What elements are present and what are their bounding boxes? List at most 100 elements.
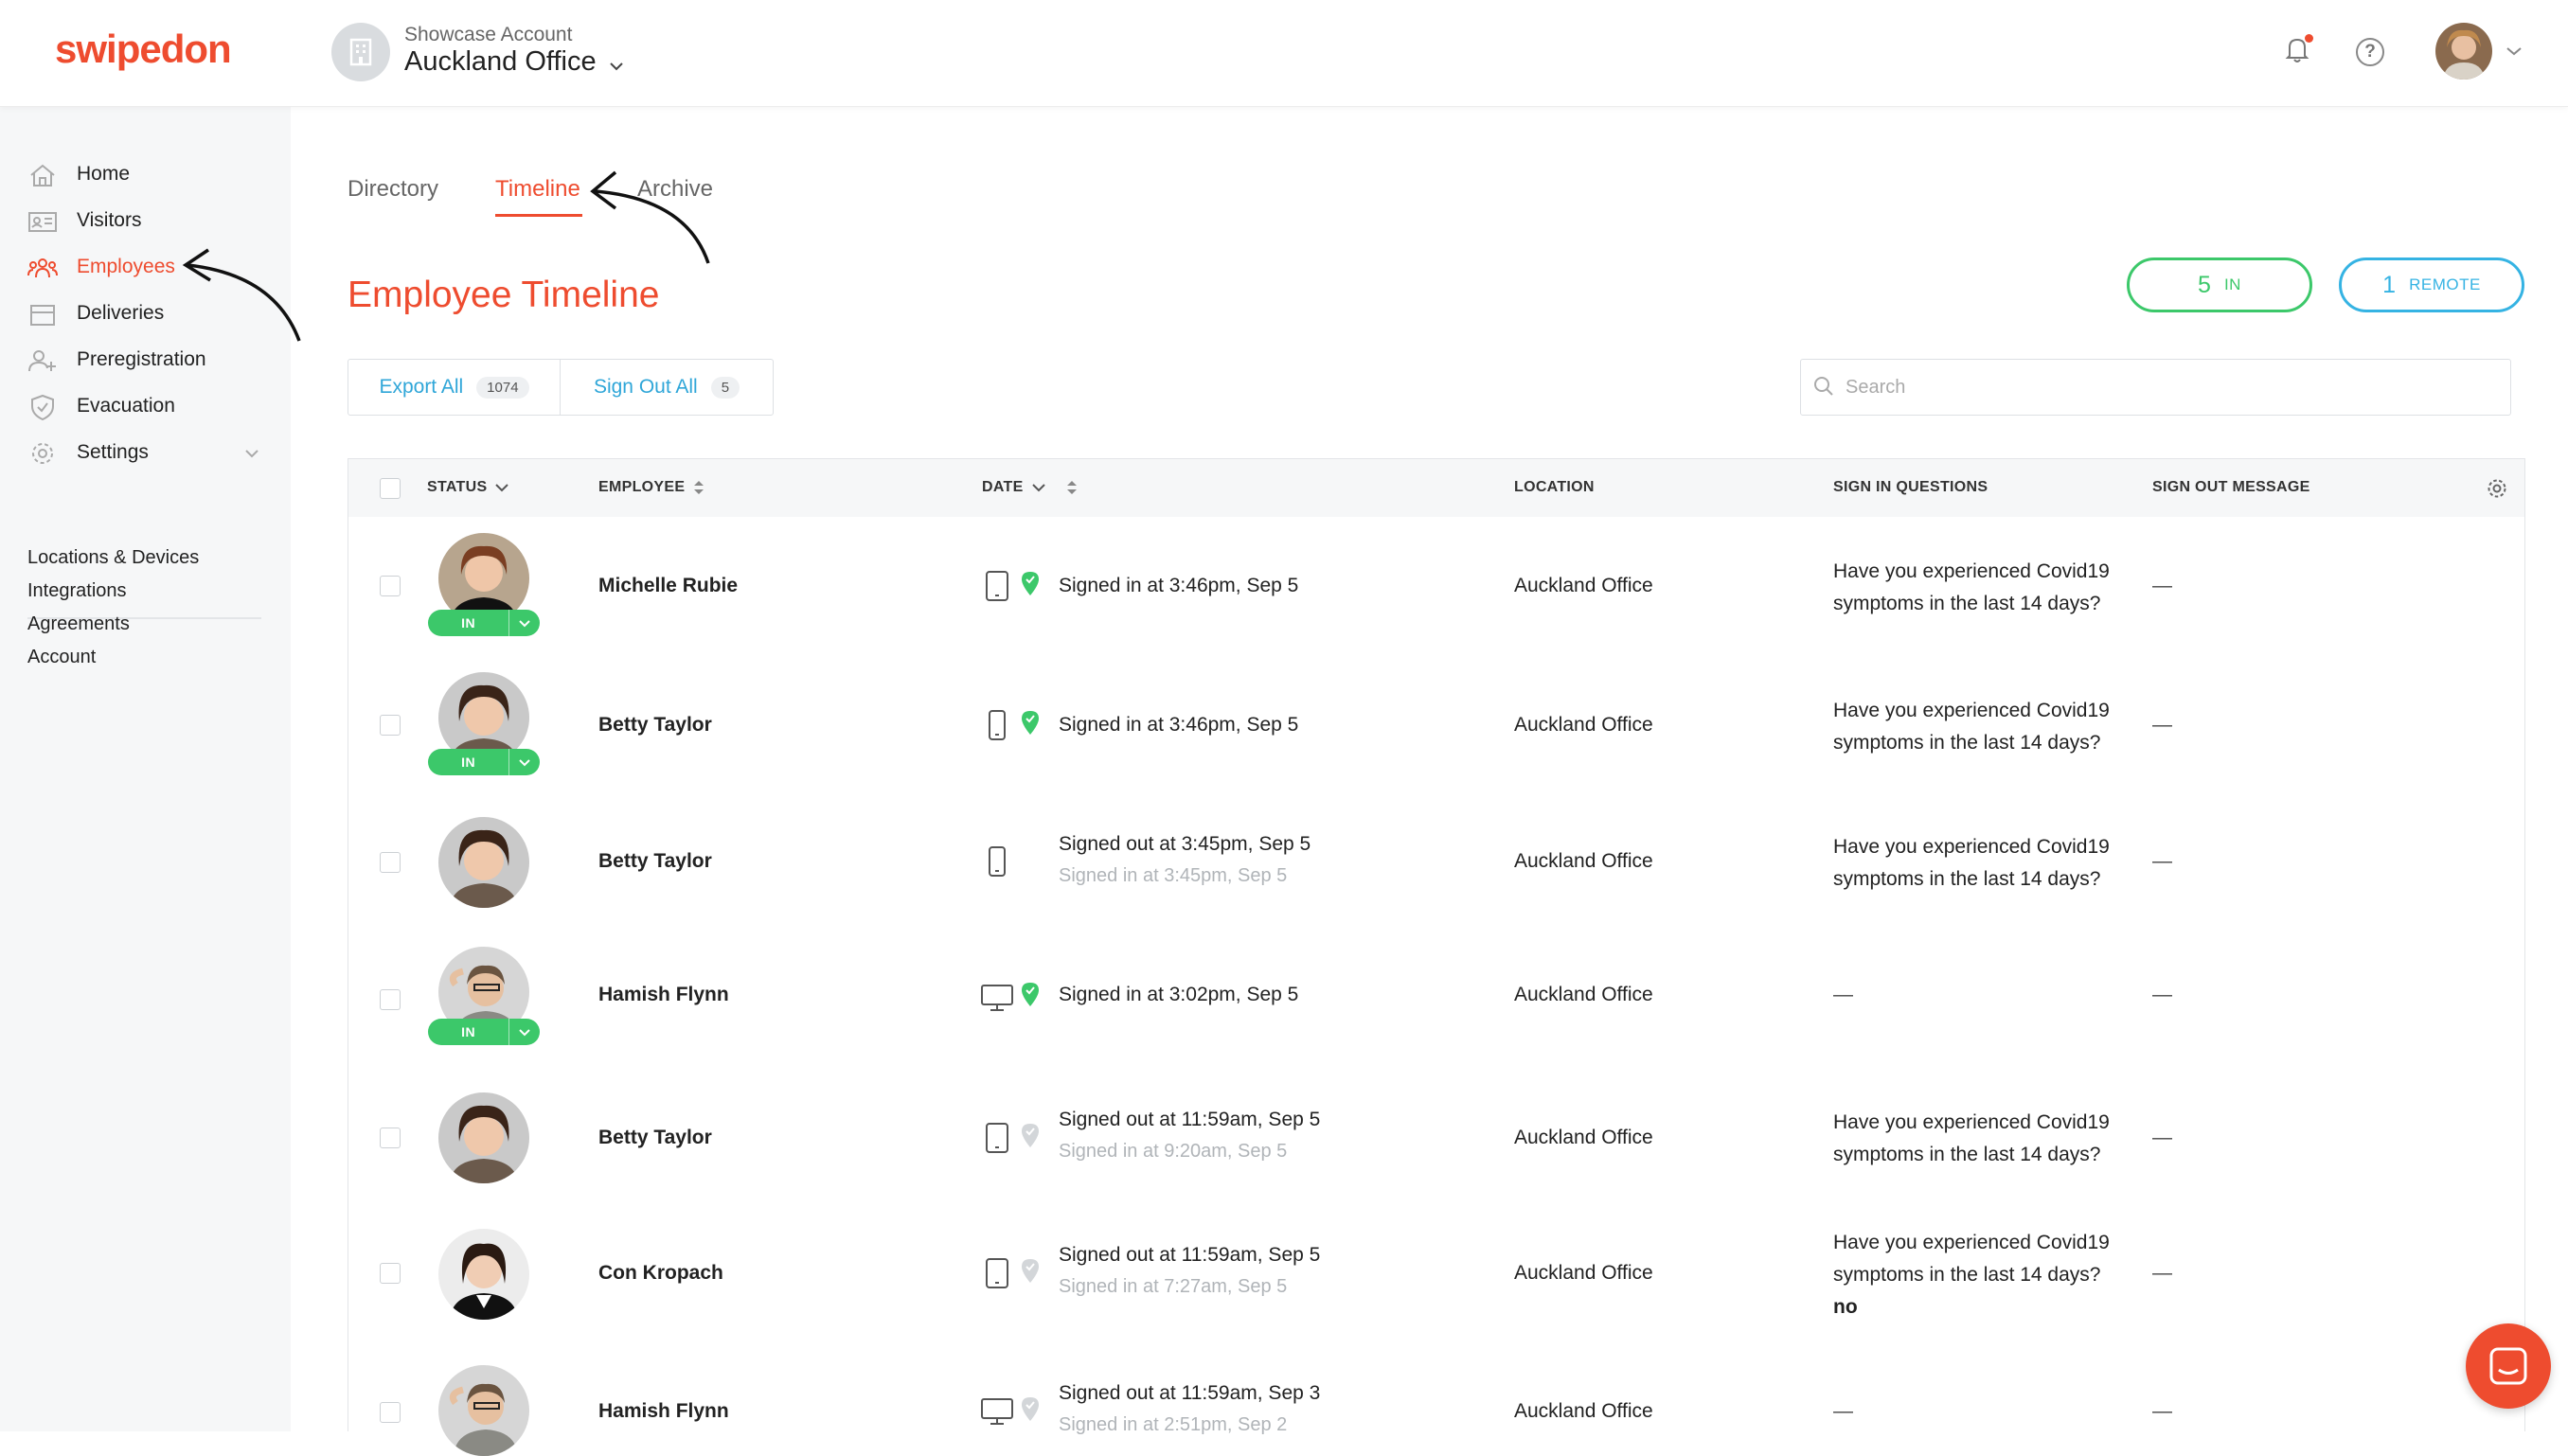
- employee-name[interactable]: Hamish Flynn: [598, 1400, 729, 1423]
- sidebar-item-label: Evacuation: [77, 395, 175, 417]
- employee-name[interactable]: Betty Taylor: [598, 1127, 712, 1149]
- chevron-down-icon[interactable]: [508, 1019, 540, 1045]
- column-sign-out-message[interactable]: SIGN OUT MESSAGE: [2152, 479, 2310, 496]
- search-input[interactable]: [1844, 360, 2501, 415]
- location-cell: Auckland Office: [1514, 1400, 1653, 1422]
- chat-icon: [2489, 1347, 2527, 1385]
- gear-icon[interactable]: [2486, 477, 2508, 500]
- sign-out-all-button[interactable]: Sign Out All 5: [561, 360, 773, 415]
- sidebar-item-home[interactable]: Home: [0, 156, 291, 194]
- sort-icon: [694, 481, 704, 494]
- column-location[interactable]: LOCATION: [1514, 479, 1595, 496]
- action-button-group: Export All 1074 Sign Out All 5: [348, 359, 774, 416]
- remote-counter-button[interactable]: 1 REMOTE: [2339, 257, 2524, 312]
- logo[interactable]: swipedon: [55, 27, 232, 72]
- in-label: IN: [2223, 275, 2241, 293]
- export-all-button[interactable]: Export All 1074: [348, 360, 561, 415]
- chevron-down-icon[interactable]: [609, 59, 624, 76]
- location-pin-icon: [1022, 1397, 1039, 1421]
- column-employee-label: EMPLOYEE: [598, 479, 686, 495]
- location-cell: Auckland Office: [1514, 1262, 1653, 1284]
- location-pin-icon: [1022, 572, 1039, 595]
- tab-archive[interactable]: Archive: [637, 176, 713, 203]
- annotation-arrow-employees: [182, 248, 301, 342]
- tab-timeline[interactable]: Timeline: [495, 176, 580, 203]
- chevron-down-icon[interactable]: [2506, 44, 2523, 61]
- row-checkbox[interactable]: [380, 576, 401, 596]
- column-employee[interactable]: EMPLOYEE: [598, 479, 705, 496]
- date-primary: Signed out at 11:59am, Sep 5: [1059, 1244, 1321, 1266]
- table-row[interactable]: Con Kropach Signed out at 11:59am, Sep 5…: [348, 1206, 2524, 1343]
- table-row[interactable]: IN Betty Taylor Signed in at 3:46pm, Sep…: [348, 656, 2524, 796]
- row-checkbox[interactable]: [380, 1263, 401, 1284]
- column-status[interactable]: STATUS: [427, 479, 509, 496]
- table-row[interactable]: Betty Taylor Signed out at 11:59am, Sep …: [348, 1071, 2524, 1207]
- employee-name[interactable]: Betty Taylor: [598, 850, 712, 873]
- help-icon[interactable]: ?: [2356, 38, 2384, 66]
- date-secondary: Signed in at 2:51pm, Sep 2: [1059, 1414, 1288, 1435]
- phone-icon: [989, 846, 1006, 877]
- table-row[interactable]: IN Michelle Rubie Signed in at 3:46pm, S…: [348, 517, 2524, 657]
- sidebar-item-label: Deliveries: [77, 302, 165, 324]
- column-sign-in-questions[interactable]: SIGN IN QUESTIONS: [1833, 479, 1988, 496]
- table-row[interactable]: Betty Taylor Signed out at 3:45pm, Sep 5…: [348, 795, 2524, 931]
- location-pin-icon: [1022, 983, 1039, 1006]
- tab-directory[interactable]: Directory: [348, 176, 438, 203]
- link-integrations[interactable]: Integrations: [27, 580, 127, 602]
- sign-in-question: Have you experienced Covid19 symptoms in…: [1833, 560, 2110, 614]
- status-badge[interactable]: IN: [428, 1019, 540, 1045]
- sign-out-message: —: [2152, 714, 2172, 736]
- column-date-label: DATE: [982, 479, 1024, 495]
- sidebar-item-evacuation[interactable]: Evacuation: [0, 388, 291, 426]
- sign-in-question: Have you experienced Covid19 symptoms in…: [1833, 1111, 2110, 1165]
- date-primary: Signed out at 3:45pm, Sep 5: [1059, 833, 1311, 855]
- table-row[interactable]: IN Hamish Flynn Signed in at 3:02pm, Sep…: [348, 930, 2524, 1072]
- sidebar-item-visitors[interactable]: Visitors: [0, 203, 291, 240]
- location-cell: Auckland Office: [1514, 850, 1653, 872]
- active-tab-indicator: [495, 214, 582, 217]
- phone-icon: [989, 710, 1006, 740]
- sign-out-message: —: [2152, 1400, 2172, 1422]
- row-checkbox[interactable]: [380, 1128, 401, 1148]
- table-row[interactable]: Hamish Flynn Signed out at 11:59am, Sep …: [348, 1342, 2524, 1456]
- user-avatar[interactable]: [2435, 23, 2492, 80]
- employee-name[interactable]: Michelle Rubie: [598, 575, 738, 597]
- sign-in-question: —: [1833, 1400, 1853, 1422]
- row-checkbox[interactable]: [380, 715, 401, 736]
- account-name[interactable]: Auckland Office: [404, 46, 597, 78]
- column-date[interactable]: DATE: [982, 479, 1079, 496]
- chevron-down-icon[interactable]: [244, 449, 259, 458]
- sidebar-item-settings[interactable]: Settings: [0, 435, 291, 472]
- row-checkbox[interactable]: [380, 852, 401, 873]
- link-locations-devices[interactable]: Locations & Devices: [27, 547, 199, 569]
- employee-name[interactable]: Hamish Flynn: [598, 984, 729, 1006]
- row-checkbox[interactable]: [380, 1402, 401, 1423]
- row-checkbox[interactable]: [380, 989, 401, 1010]
- building-icon[interactable]: [331, 23, 390, 81]
- desktop-icon: [981, 1398, 1013, 1425]
- status-badge-label: IN: [461, 755, 476, 770]
- link-account[interactable]: Account: [27, 647, 96, 668]
- page-title: Employee Timeline: [348, 275, 660, 315]
- tablet-icon: [986, 571, 1008, 601]
- status-badge[interactable]: IN: [428, 610, 540, 636]
- link-agreements[interactable]: Agreements: [27, 613, 130, 635]
- employees-icon: [27, 258, 58, 278]
- account-subtitle: Showcase Account: [404, 24, 573, 45]
- chevron-down-icon[interactable]: [508, 610, 540, 636]
- export-count-badge: 1074: [476, 376, 529, 399]
- export-all-label: Export All: [379, 376, 464, 398]
- date-secondary: Signed in at 7:27am, Sep 5: [1059, 1276, 1288, 1297]
- employee-name[interactable]: Con Kropach: [598, 1262, 723, 1285]
- desktop-icon: [981, 985, 1013, 1011]
- sidebar-item-label: Preregistration: [77, 348, 206, 370]
- location-pin-icon: [1022, 711, 1039, 735]
- status-badge[interactable]: IN: [428, 749, 540, 775]
- tablet-icon: [986, 1258, 1008, 1288]
- in-counter-button[interactable]: 5 IN: [2127, 257, 2312, 312]
- select-all-checkbox[interactable]: [380, 478, 401, 499]
- chevron-down-icon[interactable]: [508, 749, 540, 775]
- chat-launcher-button[interactable]: [2466, 1323, 2551, 1409]
- employee-name[interactable]: Betty Taylor: [598, 714, 712, 737]
- sign-in-question: Have you experienced Covid19 symptoms in…: [1833, 700, 2110, 754]
